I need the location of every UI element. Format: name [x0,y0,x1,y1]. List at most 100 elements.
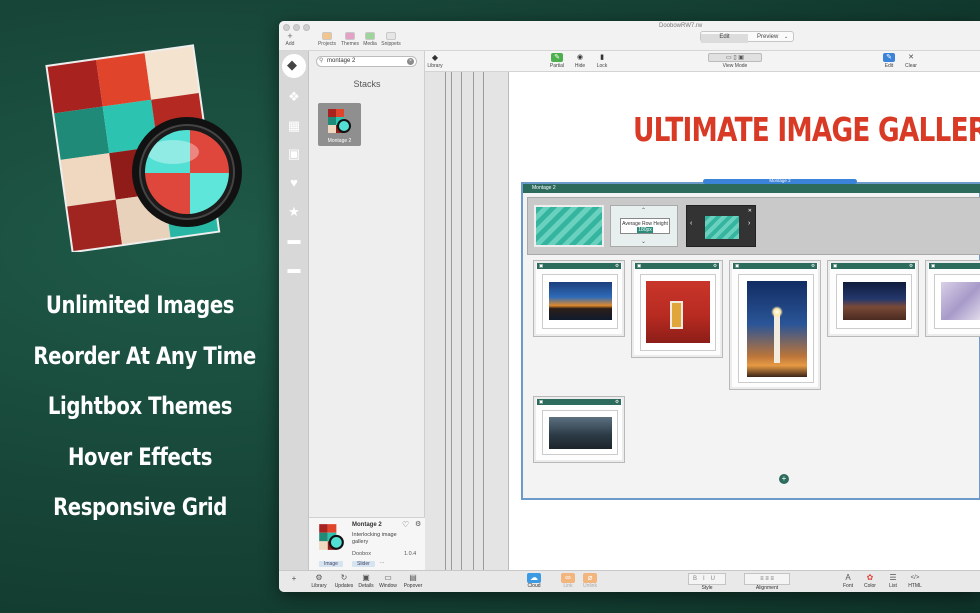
library-label: Library [311,583,327,589]
image-icon: ▣ [539,263,544,268]
gear-icon[interactable]: ⚙ [615,263,619,269]
montage-icon [319,524,344,550]
sidebar-item-folder-1[interactable]: ▬ [286,232,302,248]
lighthouse-photo [747,281,807,377]
cloud-button[interactable]: ☁ Cloud [521,573,547,589]
minimize-window-button[interactable] [293,24,300,31]
zoom-window-button[interactable] [303,24,310,31]
projects-icon [322,32,332,40]
chevron-down-icon: ⌄ [641,239,647,245]
mode-preview-button[interactable]: Preview [757,34,778,40]
library-button[interactable]: ⚙ Library [306,573,332,589]
search-input[interactable]: ⚲ montage 2 × [316,56,417,67]
chevron-right-icon[interactable]: › [748,220,750,227]
montage-stack[interactable]: Montage 2 Montage 2 ⌃ Average Row Height… [521,178,980,500]
popover-button[interactable]: ▤ Popover [400,573,426,589]
sidebar-item-images[interactable]: ▣ [286,146,302,162]
tag-badge[interactable]: Slider [352,561,375,567]
row-height-control[interactable]: ⌃ Average Row Height 180px ⌄ [610,205,678,247]
section-title: Stacks [353,79,381,89]
add-label: Add [285,41,295,47]
hide-label: Hide [574,63,586,69]
tag-badge[interactable]: Image [319,561,343,567]
alignment-group[interactable]: ≡ ≡ ≡ Alignment [741,573,793,591]
snippets-button[interactable]: Snippets [380,32,402,47]
sidebar-item-stacks[interactable]: ◆ [282,54,306,78]
gallery-item[interactable]: ▣ ⚙ [631,260,723,358]
chevron-left-icon[interactable]: ‹ [690,220,692,227]
projects-button[interactable]: Projects [316,32,338,47]
clear-search-icon[interactable]: × [407,58,414,65]
placeholder-image[interactable] [534,205,604,247]
gallery-item[interactable]: ▣ ⚙ [533,260,625,337]
window-button[interactable]: ▭ Window [375,573,401,589]
bold-button[interactable]: B [693,576,703,582]
gear-icon[interactable]: ⚙ [615,399,619,405]
text-style-buttons[interactable]: BIU [688,573,726,585]
partial-icon: ✎ [551,53,563,62]
mode-edit-button[interactable]: Edit [701,33,748,43]
page-headline[interactable]: ULTIMATE IMAGE GALLERY [633,110,980,149]
view-mode-icons: ▭ ▯ ▣ [708,53,762,62]
grid-icon: ▦ [287,118,301,133]
window-title: DoobowRW7.rw [659,23,703,29]
app-logo-icon [45,44,242,252]
stacks-icon: ❖ [288,89,300,104]
stack-tile-montage[interactable]: Montage 2 [318,103,361,146]
close-icon[interactable]: ✕ [748,208,752,214]
gear-icon[interactable]: ⚙ [415,520,421,528]
stack-header[interactable]: Montage 2 [523,184,980,193]
gallery-item[interactable]: ▣ ⚙ [827,260,919,337]
sidebar-item-grid[interactable]: ▦ [286,118,302,134]
italic-button[interactable]: I [703,576,711,582]
gear-icon[interactable]: ⚙ [713,263,717,269]
edit-label: Edit [884,63,894,69]
stack-info-panel: Montage 2 ♡ ⚙ Interlocking image gallery… [309,517,425,570]
hide-button[interactable]: ◉ Hide [568,53,592,69]
gear-icon[interactable]: ⚙ [909,263,913,269]
eye-icon: ◉ [576,54,584,61]
add-image-button[interactable]: + [779,474,789,484]
feature-reorder: Reorder At Any Time [33,341,256,370]
title-bar: DoobowRW7.rw + Add Projects Themes Media… [279,21,980,51]
lock-button[interactable]: ▮ Lock [590,53,614,69]
add-button[interactable]: + Add [279,32,301,48]
edit-button[interactable]: ✎ Edit [877,53,901,69]
gear-icon[interactable]: ⚙ [811,263,815,269]
stack-name: Montage 2 [352,522,382,528]
add-page-button[interactable]: + [281,574,307,584]
align-icons: ≡ ≡ ≡ [744,573,790,585]
plus-icon: + [291,574,297,583]
unlink-button[interactable]: ⌀ Unlink [577,573,603,589]
library-toggle[interactable]: ◆ Library [423,53,447,69]
themes-button[interactable]: Themes [339,32,361,47]
sidebar-item-starred[interactable]: ★ [286,204,302,220]
page-canvas[interactable]: ULTIMATE IMAGE GALLERY Montage 2 Montage… [508,72,980,570]
more-tags[interactable]: ... [380,559,384,565]
media-icon [365,32,375,40]
pencil-icon: ✎ [883,53,895,62]
lighthouse-tower [774,313,780,363]
media-button[interactable]: Media [359,32,381,47]
slider-preview[interactable]: ✕ ‹ › [686,205,756,247]
close-window-button[interactable] [283,24,290,31]
guide-line [461,72,462,570]
clear-button[interactable]: ✕ Clear [899,53,923,69]
underline-button[interactable]: U [711,576,721,582]
gallery-item-header: ▣ ⚙ [635,263,719,269]
gallery-item[interactable]: ▣ ⚙ [729,260,821,390]
html-button[interactable]: </> HTML [902,573,928,589]
gallery-item[interactable]: ▣ ⚙ [533,396,625,463]
gallery-item-frame [542,410,618,455]
heart-icon[interactable]: ♡ [402,520,409,529]
alignment-label: Alignment [755,585,779,591]
view-mode-control[interactable]: ▭ ▯ ▣ View Mode [705,53,765,69]
sidebar-item-groups[interactable]: ❖ [286,89,302,105]
stack-tile-name: Montage 2 [327,138,352,144]
sidebar-item-favorites[interactable]: ♥ [286,175,302,191]
sidebar-item-folder-2[interactable]: ▬ [286,261,302,277]
window-label: Window [379,583,397,589]
partial-button[interactable]: ✎ Partial [545,53,569,69]
details-label: Details [358,583,374,589]
gallery-item[interactable]: ▣ [925,260,980,337]
